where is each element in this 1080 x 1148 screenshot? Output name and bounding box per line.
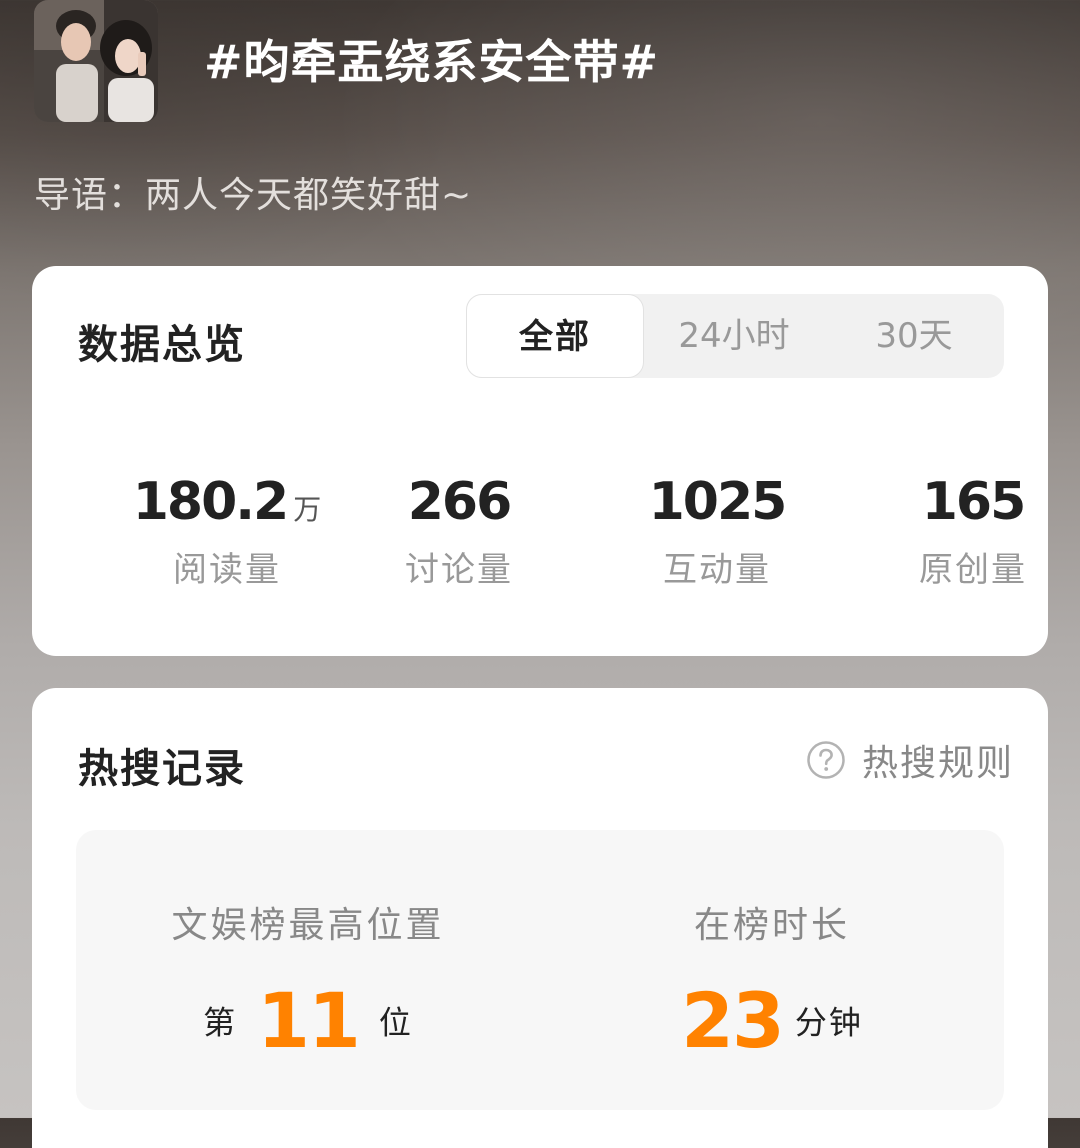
best-rank-value: 11	[257, 976, 361, 1065]
time-range-tabs: 全部 24小时 30天	[466, 294, 1004, 378]
stat-discussions-label: 讨论量	[405, 550, 513, 590]
topic-avatar[interactable]	[34, 0, 158, 122]
duration-label: 在榜时长	[693, 905, 850, 946]
stat-reads-value: 180.2	[132, 472, 289, 532]
topic-header: #昀牵盂绕系安全带# 导语：两人今天都笑好甜~	[0, 0, 1080, 260]
stat-interactions-value: 1025	[648, 472, 788, 532]
best-rank-suffix: 位	[378, 1003, 413, 1042]
hot-search-stats-panel: 文娱榜最高位置 第 11 位 在榜时长 23 分钟	[76, 830, 1004, 1110]
tab-24-hours[interactable]: 24小时	[644, 294, 824, 378]
hot-search-title: 热搜记录	[78, 746, 246, 792]
stat-discussions: 266 讨论量	[354, 472, 564, 591]
stat-interactions-label: 互动量	[663, 550, 771, 590]
tab-30-days[interactable]: 30天	[824, 294, 1004, 378]
avatar-image	[34, 0, 158, 122]
hot-search-rules-link[interactable]: 热搜规则	[806, 736, 1014, 784]
data-overview-title: 数据总览	[78, 322, 246, 368]
stat-originals-label: 原创量	[919, 550, 1027, 590]
stat-reads-label: 阅读量	[173, 550, 281, 590]
stat-discussions-value: 266	[407, 472, 513, 532]
stat-interactions-value-wrap: 1025	[612, 472, 822, 532]
topic-intro: 导语：两人今天都笑好甜~	[34, 175, 473, 216]
stat-reads-value-wrap: 180.2 万	[122, 472, 332, 532]
best-rank-prefix: 第	[203, 1003, 238, 1042]
duration-value: 23	[681, 976, 785, 1065]
stat-originals-value-wrap: 165	[868, 472, 1078, 532]
tab-all[interactable]: 全部	[466, 294, 644, 378]
best-rank-label: 文娱榜最高位置	[171, 905, 445, 946]
stat-reads-unit: 万	[293, 493, 322, 526]
data-overview-card: 数据总览 全部 24小时 30天 180.2 万 阅读量 266 讨论量 1025…	[32, 266, 1048, 656]
duration-value-row: 23 分钟	[540, 976, 1004, 1065]
stat-originals-value: 165	[921, 472, 1027, 532]
stat-interactions: 1025 互动量	[612, 472, 822, 591]
stat-discussions-value-wrap: 266	[354, 472, 564, 532]
question-circle-icon	[807, 741, 845, 779]
hot-search-rules-label: 热搜规则	[861, 743, 1014, 784]
best-rank-block: 文娱榜最高位置 第 11 位	[76, 830, 540, 1110]
duration-suffix: 分钟	[794, 1003, 863, 1042]
stat-originals: 165 原创量	[868, 472, 1078, 591]
best-rank-value-row: 第 11 位	[76, 976, 540, 1065]
duration-block: 在榜时长 23 分钟	[540, 830, 1004, 1110]
stat-reads: 180.2 万 阅读量	[122, 472, 332, 591]
hot-search-card: 热搜记录 热搜规则 文娱榜最高位置 第 11 位 在榜时长 23 分钟	[32, 688, 1048, 1148]
topic-title: #昀牵盂绕系安全带#	[204, 35, 660, 89]
